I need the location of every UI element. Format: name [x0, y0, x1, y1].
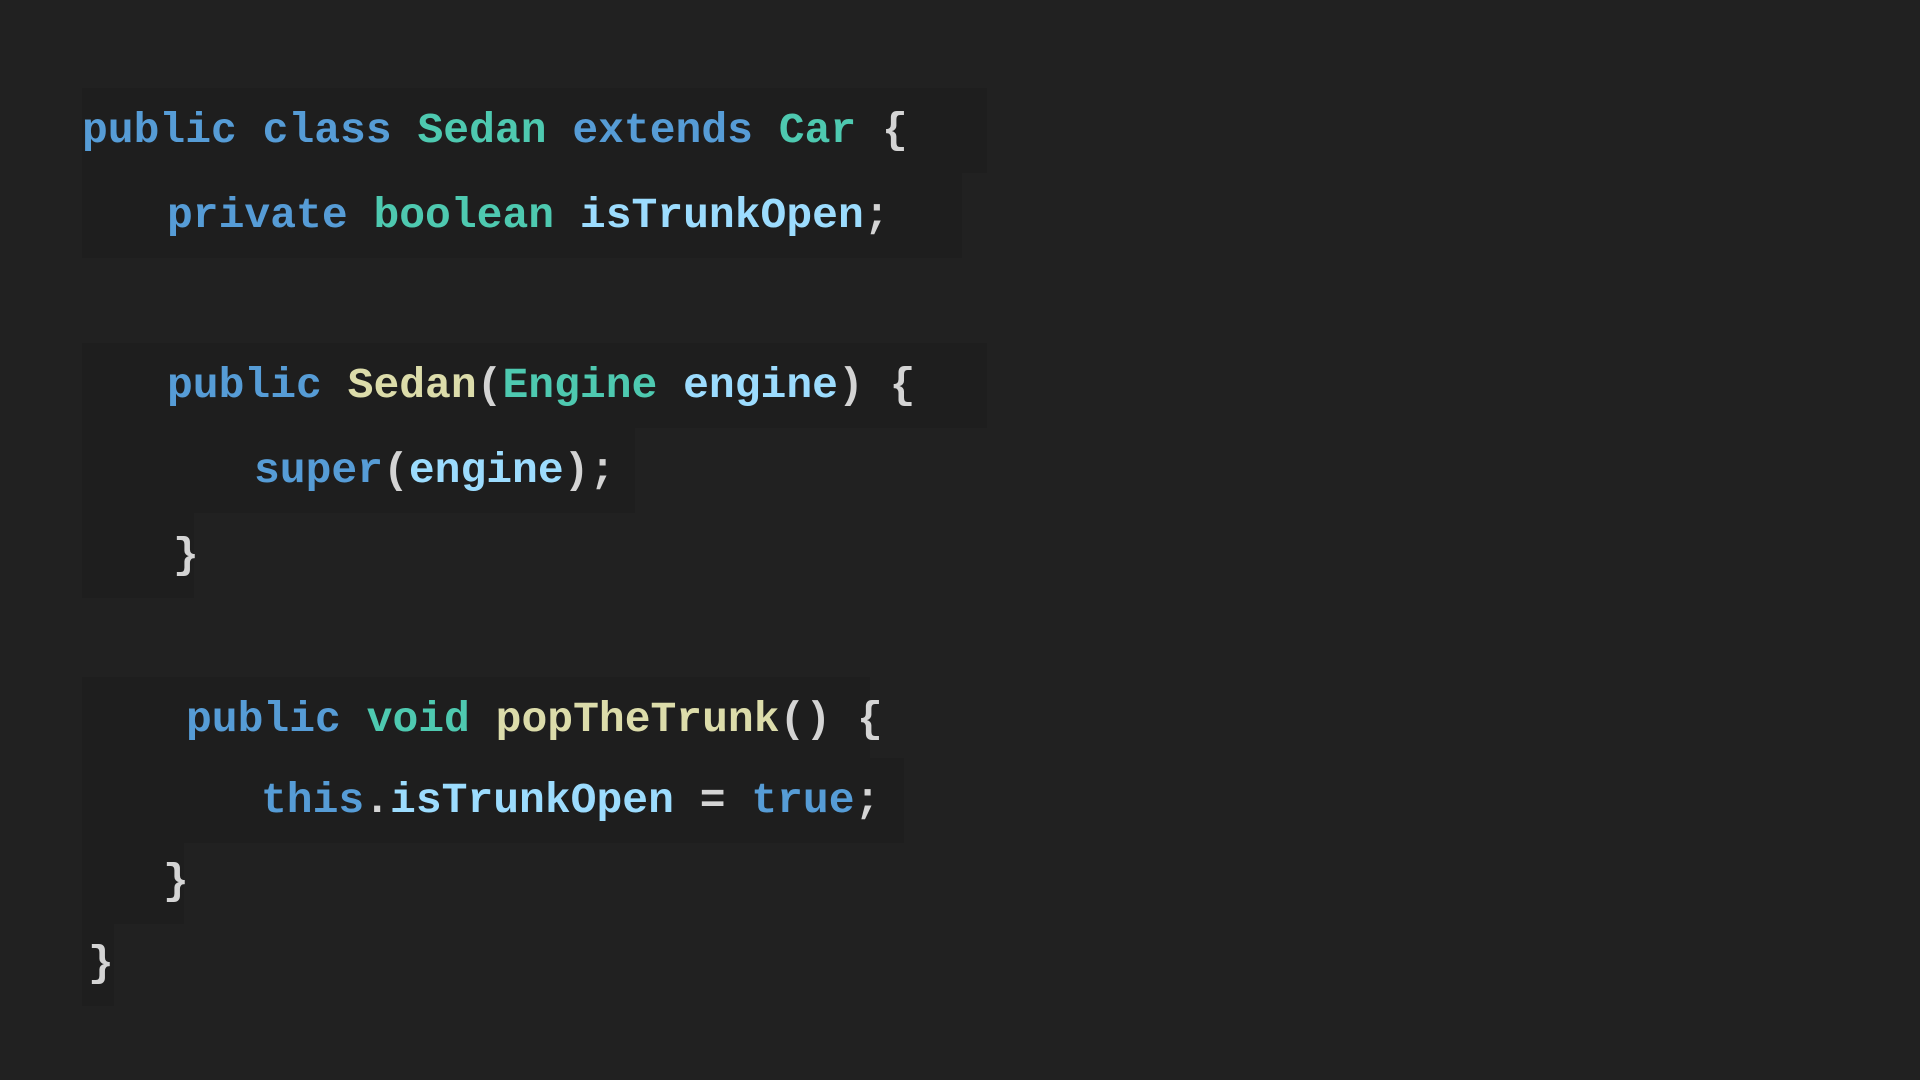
punctuation-token [237, 106, 263, 155]
code-line: public void popTheTrunk() { [0, 677, 883, 762]
line-tokens: public Sedan(Engine engine) { [167, 343, 915, 428]
type-token: Engine [502, 361, 658, 410]
variable-token: engine [408, 446, 564, 495]
keyword-token: super [254, 446, 384, 495]
punctuation-token [864, 361, 890, 410]
punctuation-token: ; [854, 776, 881, 825]
punctuation-token: . [364, 776, 391, 825]
punctuation-token: ( [383, 446, 409, 495]
code-line: } [0, 839, 189, 924]
keyword-token: public [186, 695, 341, 744]
variable-token: engine [683, 361, 838, 410]
keyword-token: class [262, 106, 392, 155]
code-line: } [0, 921, 114, 1006]
code-line: public Sedan(Engine engine) { [0, 343, 987, 428]
line-tokens: } [163, 839, 189, 924]
punctuation-token [392, 106, 418, 155]
type-token: boolean [373, 191, 555, 240]
type-token: void [366, 695, 470, 744]
line-tokens: private boolean isTrunkOpen; [167, 173, 890, 258]
type-token: Sedan [417, 106, 547, 155]
punctuation-token: ) [837, 361, 864, 410]
punctuation-token: } [163, 857, 189, 906]
punctuation-token [831, 695, 857, 744]
punctuation-token [554, 191, 580, 240]
code-editor: public class Sedan extends Car { private… [0, 0, 1920, 1080]
line-tokens: } [88, 921, 114, 1006]
punctuation-token: } [173, 531, 199, 580]
line-tokens: } [173, 513, 199, 598]
punctuation-token: { [856, 695, 883, 744]
punctuation-token [470, 695, 496, 744]
punctuation-token [348, 191, 374, 240]
punctuation-token [322, 361, 348, 410]
type-token: Car [778, 106, 857, 155]
keyword-token: this [261, 776, 365, 825]
line-tokens: this.isTrunkOpen = true; [261, 758, 880, 843]
punctuation-token [674, 776, 700, 825]
function-token: popTheTrunk [495, 695, 780, 744]
punctuation-token: } [88, 939, 114, 988]
punctuation-token [753, 106, 779, 155]
code-line: this.isTrunkOpen = true; [0, 758, 904, 843]
punctuation-token: { [882, 106, 908, 155]
line-tokens: public class Sedan extends Car { [82, 88, 908, 173]
variable-token: isTrunkOpen [579, 191, 864, 240]
keyword-token: public [167, 361, 322, 410]
punctuation-token [657, 361, 683, 410]
punctuation-token: () [779, 695, 832, 744]
punctuation-token [341, 695, 367, 744]
code-line: public class Sedan extends Car { [0, 88, 987, 173]
punctuation-token: = [699, 776, 726, 825]
code-line: super(engine); [0, 428, 635, 513]
punctuation-token [547, 106, 573, 155]
keyword-token: private [167, 191, 348, 240]
keyword-token: true [751, 776, 855, 825]
punctuation-token [856, 106, 882, 155]
variable-token: isTrunkOpen [390, 776, 674, 825]
punctuation-token: ( [476, 361, 503, 410]
code-line: } [0, 513, 199, 598]
function-token: Sedan [347, 361, 477, 410]
line-tokens: super(engine); [254, 428, 615, 513]
code-line: private boolean isTrunkOpen; [0, 173, 962, 258]
punctuation-token [726, 776, 752, 825]
keyword-token: extends [572, 106, 753, 155]
keyword-token: public [82, 106, 237, 155]
punctuation-token: ); [563, 446, 616, 495]
line-tokens: public void popTheTrunk() { [186, 677, 883, 762]
punctuation-token: { [889, 361, 916, 410]
punctuation-token: ; [863, 191, 890, 240]
